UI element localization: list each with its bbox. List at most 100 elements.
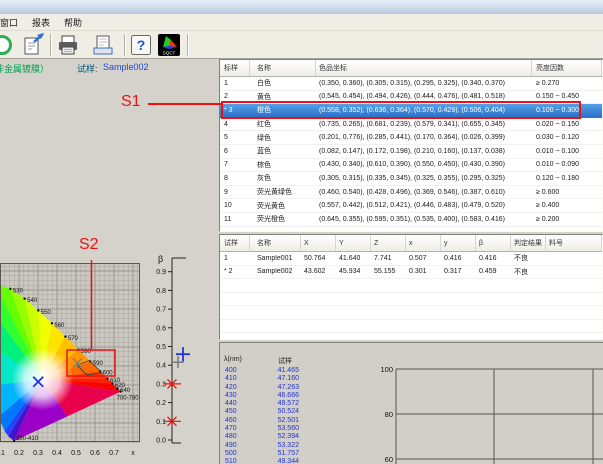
svg-text:0.6: 0.6 [90, 450, 100, 457]
table-cell: 0.459 [476, 268, 511, 275]
table-cell: 9 [220, 189, 250, 196]
table-cell: 4 [220, 121, 250, 128]
table-cell: 1 [220, 255, 250, 262]
svg-text:0.5: 0.5 [71, 450, 81, 457]
measure-icon[interactable] [0, 33, 12, 57]
table-cell: 荧光黄绿色 [250, 187, 316, 197]
toolbar-separator [50, 34, 52, 56]
table-cell: (0.735, 0.265), (0.681, 0.239), (0.579, … [316, 121, 532, 128]
print-icon[interactable] [56, 33, 80, 57]
table-row[interactable] [220, 279, 602, 293]
table-cell: 0.010 ~ 0.090 [532, 161, 602, 168]
col-Y[interactable]: Y [336, 235, 371, 251]
svg-text:380-410: 380-410 [16, 436, 39, 442]
svg-text:0.0: 0.0 [156, 438, 166, 445]
table-cell: 50.764 [301, 255, 336, 262]
col-luminance-factor[interactable]: 亮度因数 [532, 60, 602, 76]
table-row[interactable]: 9荧光黄绿色(0.460, 0.540), (0.428, 0.496), (0… [220, 186, 602, 200]
spectral-section: λ(nm) 试样 400 410 420 430 440 450 460 470… [219, 342, 603, 464]
menu-window[interactable]: 窗口 [0, 14, 25, 31]
table-cell: 0.416 [441, 255, 476, 262]
svg-text:0.8: 0.8 [156, 288, 166, 295]
col-part-no[interactable]: 料号 [546, 235, 602, 251]
svg-text:0.6: 0.6 [156, 325, 166, 332]
col-beta[interactable]: β [476, 235, 511, 251]
table-cell: 1 [220, 80, 250, 87]
table-cell: 7.741 [371, 255, 406, 262]
col-sample-id[interactable]: 试样 [220, 235, 250, 251]
table-cell: 41.640 [336, 255, 371, 262]
table-row[interactable]: 11荧光橙色(0.645, 0.355), (0.595, 0.351), (0… [220, 213, 602, 227]
svg-text:0.5: 0.5 [156, 344, 166, 351]
table-row[interactable]: 4红色(0.735, 0.265), (0.681, 0.239), (0.57… [220, 118, 602, 132]
tool-bar: ? SQCT [0, 31, 603, 59]
table-cell: 43.602 [301, 268, 336, 275]
table-row[interactable]: 6蓝色(0.082, 0.147), (0.172, 0.198), (0.21… [220, 145, 602, 159]
table-cell: (0.350, 0.360), (0.305, 0.315), (0.295, … [316, 80, 532, 87]
table-row[interactable]: 1白色(0.350, 0.360), (0.305, 0.315), (0.29… [220, 77, 602, 91]
svg-text:0.1: 0.1 [156, 419, 166, 426]
svg-text:530: 530 [13, 288, 24, 294]
menu-report[interactable]: 报表 [25, 14, 57, 31]
svg-text:80: 80 [385, 410, 393, 419]
toolbar-separator [187, 34, 189, 56]
sqct-icon[interactable]: SQCT [157, 33, 181, 57]
table-cell: Sample002 [250, 268, 301, 275]
table-cell: 白色 [250, 78, 316, 88]
samples-table: 试样 名称 X Y Z x y β 判定结果 料号 1Sample00150.7… [219, 234, 603, 340]
annotation-s1-line [148, 103, 221, 105]
col-x[interactable]: x [406, 235, 441, 251]
annotation-s2-label: S2 [79, 236, 99, 254]
annotation-s1-label: S1 [121, 93, 141, 111]
samples-table-header: 试样 名称 X Y Z x y β 判定结果 料号 [220, 235, 602, 252]
title-bar[interactable] [0, 0, 603, 14]
svg-text:100: 100 [380, 365, 393, 374]
svg-text:0.1: 0.1 [0, 450, 5, 457]
table-cell: 10 [220, 202, 250, 209]
table-row[interactable] [220, 306, 602, 320]
table-cell: (0.557, 0.442), (0.512, 0.421), (0.446, … [316, 202, 532, 209]
svg-text:0.2: 0.2 [156, 400, 166, 407]
table-cell: 0.030 ~ 0.120 [532, 134, 602, 141]
table-cell: * 2 [220, 268, 250, 275]
export-report-icon[interactable] [22, 33, 46, 57]
wavelength-column-header: λ(nm) [224, 356, 242, 363]
svg-text:570: 570 [68, 336, 79, 342]
table-row[interactable]: 1Sample00150.76441.6407.7410.5070.4160.4… [220, 252, 602, 266]
table-cell: 8 [220, 175, 250, 182]
col-chromaticity-coords[interactable]: 色品坐标 [316, 60, 532, 76]
table-row[interactable] [220, 320, 602, 334]
col-sample-name[interactable]: 名称 [250, 235, 301, 251]
table-cell: (0.545, 0.454), (0.494, 0.426), (0.444, … [316, 93, 532, 100]
svg-text:SQCT: SQCT [163, 51, 176, 56]
menu-bar: 窗口 报表 帮助 [0, 14, 603, 31]
table-row[interactable] [220, 293, 602, 307]
table-row[interactable]: 10荧光黄色(0.557, 0.442), (0.512, 0.421), (0… [220, 199, 602, 213]
table-cell: ≥ 0.200 [532, 216, 602, 223]
print-preview-icon[interactable] [91, 33, 115, 57]
table-cell: (0.305, 0.315), (0.335, 0.345), (0.325, … [316, 175, 532, 182]
help-icon[interactable]: ? [129, 33, 153, 57]
col-judgment[interactable]: 判定结果 [511, 235, 546, 251]
svg-text:x: x [131, 450, 135, 457]
svg-text:550: 550 [41, 310, 52, 316]
svg-text:?: ? [137, 37, 146, 53]
table-cell: 6 [220, 148, 250, 155]
col-X[interactable]: X [301, 235, 336, 251]
col-Z[interactable]: Z [371, 235, 406, 251]
sample-column-header: 试样 [278, 356, 292, 366]
table-row[interactable]: 7棕色(0.430, 0.340), (0.610, 0.390), (0.55… [220, 159, 602, 173]
svg-text:0.4: 0.4 [52, 450, 62, 457]
table-cell: 不良 [511, 253, 546, 263]
table-row[interactable]: 5绿色(0.201, 0.776), (0.285, 0.441), (0.17… [220, 131, 602, 145]
table-cell: 55.155 [371, 268, 406, 275]
col-standard-id[interactable]: 标样 [220, 60, 250, 76]
table-row[interactable]: 8灰色(0.305, 0.315), (0.335, 0.345), (0.32… [220, 172, 602, 186]
svg-text:0.4: 0.4 [156, 363, 166, 370]
table-cell: 0.317 [441, 268, 476, 275]
col-y[interactable]: y [441, 235, 476, 251]
col-name[interactable]: 名称 [250, 60, 316, 76]
menu-help[interactable]: 帮助 [57, 14, 89, 31]
svg-text:700-780: 700-780 [117, 396, 140, 402]
table-row[interactable]: * 2Sample00243.60245.93455.1550.3010.317… [220, 266, 602, 280]
